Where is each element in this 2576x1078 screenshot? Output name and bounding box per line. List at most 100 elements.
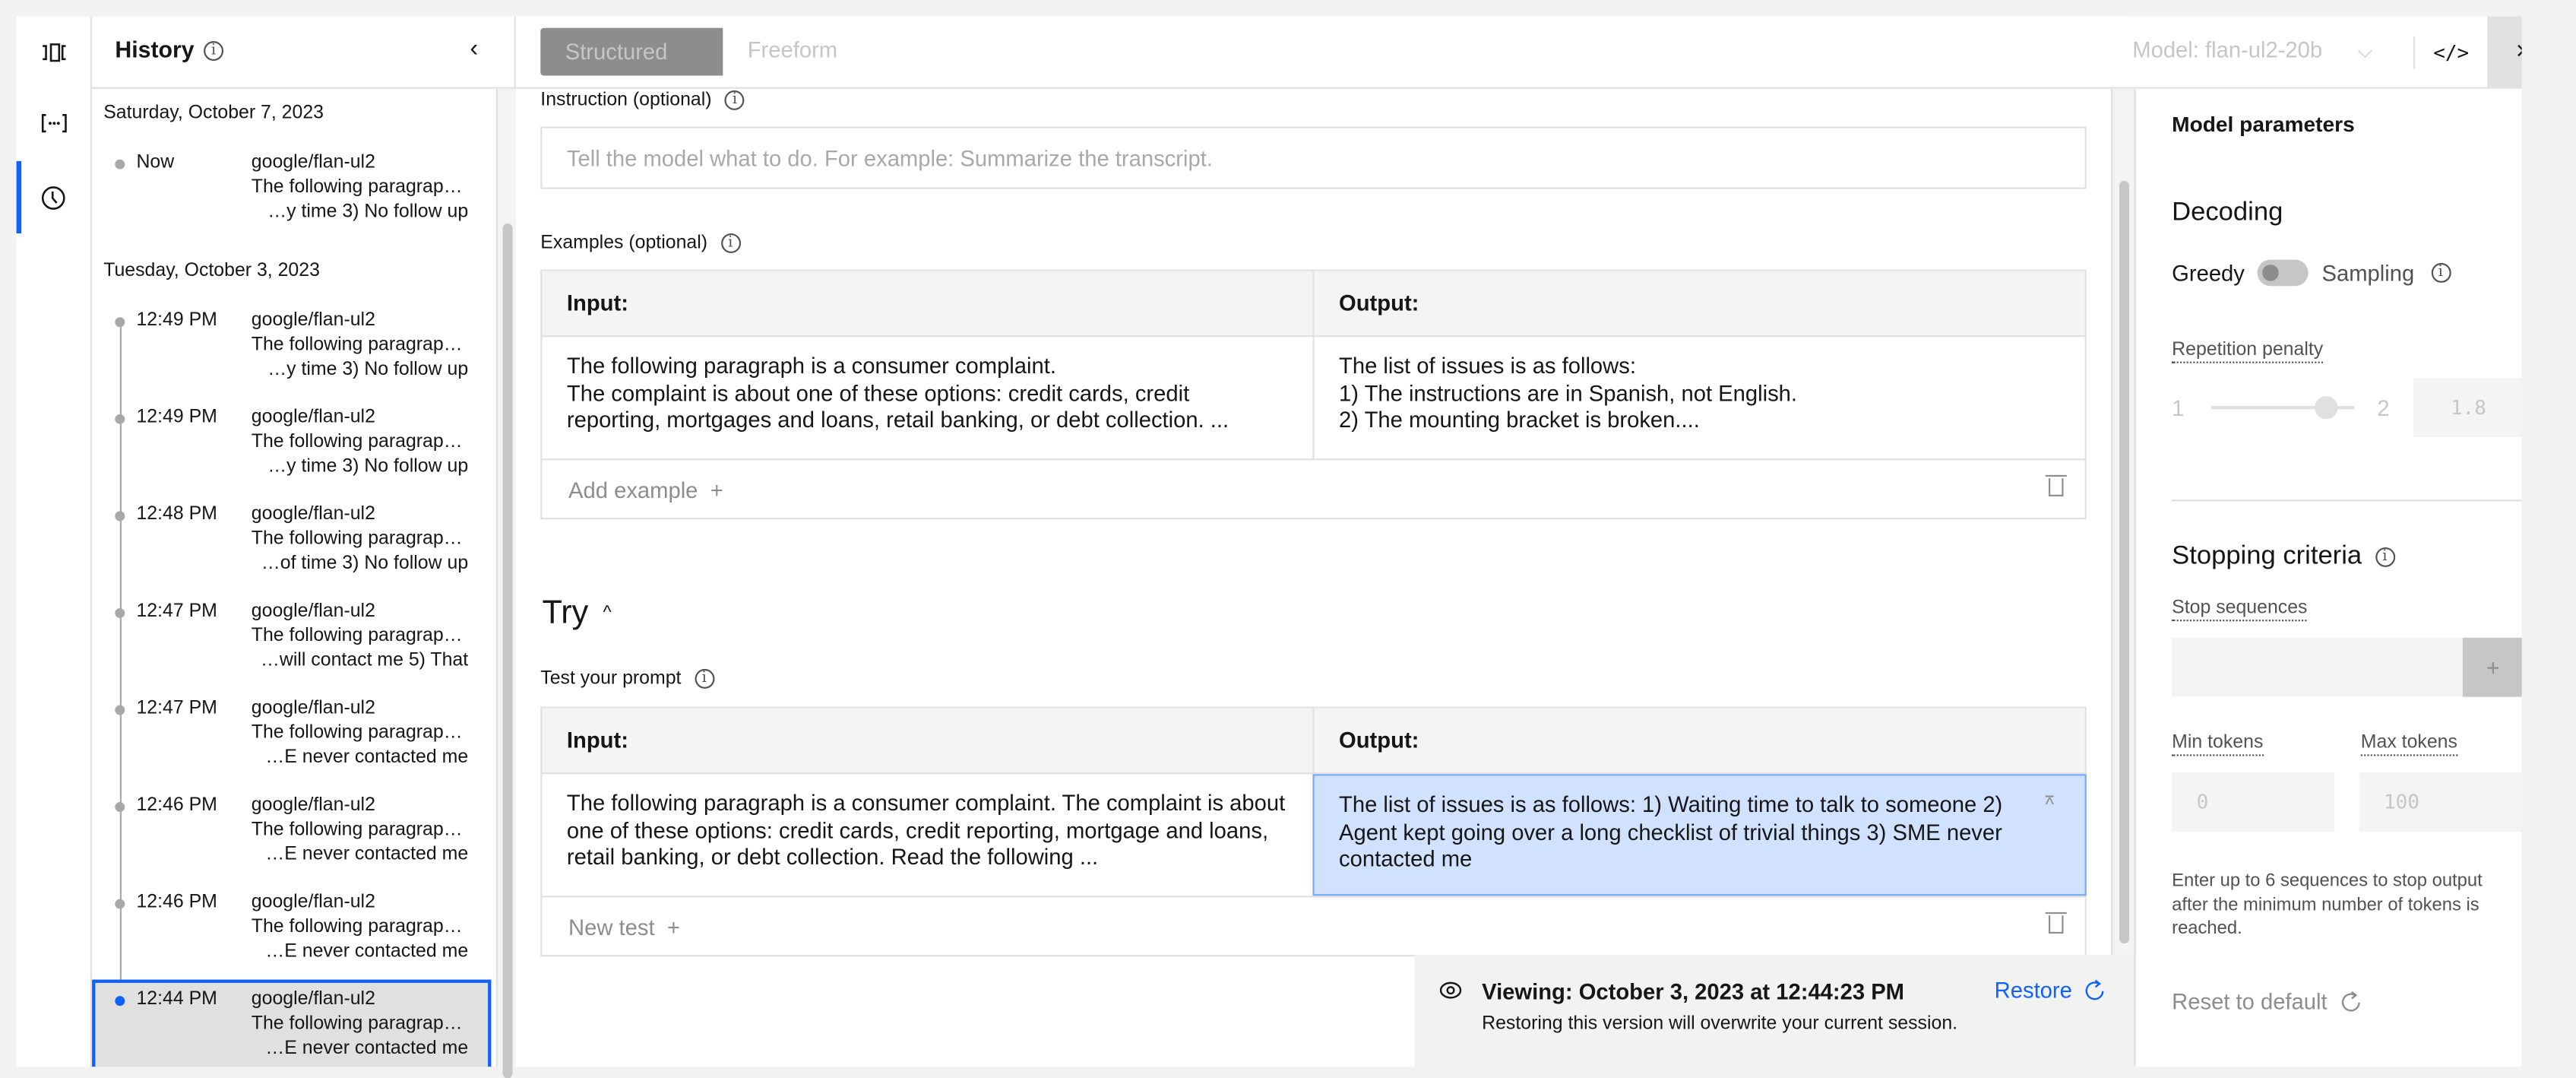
history-item-output: …of time 3) No follow up	[261, 553, 469, 574]
history-item-input: The following paragraph is a consumer co…	[251, 1013, 467, 1034]
timeline-dot	[115, 899, 125, 909]
model-select[interactable]: Model: flan-ul2-20b	[2132, 38, 2322, 62]
tab-freeform[interactable]: Freeform	[748, 38, 837, 62]
info-icon[interactable]: i	[204, 41, 224, 61]
history-item-time: 12:49 PM	[136, 310, 217, 331]
chevron-left-icon[interactable]: ‹	[470, 34, 478, 62]
info-icon[interactable]: i	[2430, 262, 2451, 283]
stop-sequences-input[interactable]	[2172, 637, 2463, 697]
history-list: Saturday, October 7, 2023 Now google/fla…	[92, 89, 492, 1067]
divider	[2413, 36, 2416, 69]
info-icon[interactable]: i	[694, 668, 714, 689]
example-input-cell[interactable]: The following paragraph is a consumer co…	[542, 337, 1315, 459]
timeline-dot	[115, 317, 125, 328]
rail-variables-button[interactable]	[17, 87, 90, 160]
top-bar: Structured Freeform Model: flan-ul2-20b …	[515, 16, 2576, 89]
history-item[interactable]: 12:47 PM google/flan-ul2 The following p…	[92, 601, 491, 699]
code-view-button[interactable]: </>	[2416, 17, 2486, 87]
history-item-time: 12:47 PM	[136, 698, 217, 718]
history-scrollbar[interactable]	[495, 88, 516, 1078]
history-item[interactable]: 12:49 PM google/flan-ul2 The following p…	[92, 407, 491, 505]
timeline-dot	[115, 705, 125, 715]
test-input-cell[interactable]: The following paragraph is a consumer co…	[542, 774, 1314, 896]
toggle-knob	[2262, 265, 2280, 281]
code-icon: </>	[2433, 40, 2470, 64]
info-icon[interactable]: i	[724, 90, 745, 110]
examples-footer: Add example +	[542, 458, 2085, 521]
rail-layout-button[interactable]	[17, 17, 90, 89]
trash-icon[interactable]	[2045, 474, 2067, 496]
history-item[interactable]: 12:48 PM google/flan-ul2 The following p…	[92, 505, 491, 602]
collapse-up-icon[interactable]: ^	[2045, 795, 2054, 814]
history-item[interactable]: 12:49 PM google/flan-ul2 The following p…	[92, 311, 491, 408]
decoding-toggle[interactable]	[2258, 259, 2309, 287]
new-test-button[interactable]: New test +	[568, 915, 680, 940]
history-item-output: …E never contacted me	[265, 845, 469, 865]
history-item-model: google/flan-ul2	[251, 153, 375, 173]
timeline-dot	[115, 511, 125, 522]
main-scrollbar[interactable]	[2111, 88, 2135, 956]
repetition-slider-handle[interactable]	[2314, 396, 2337, 420]
restore-button[interactable]: Restore	[1995, 978, 2105, 1003]
history-item[interactable]: 12:46 PM google/flan-ul2 The following p…	[92, 893, 491, 990]
panel-layout-icon	[42, 43, 65, 62]
history-item-input: The following paragraph is a consumer co…	[251, 820, 467, 840]
chevron-up-icon[interactable]: ^	[603, 603, 611, 623]
icon-rail	[16, 16, 93, 1067]
chevron-down-icon[interactable]: ⌵	[2357, 40, 2372, 64]
history-date-heading: Tuesday, October 3, 2023	[103, 261, 320, 281]
tab-structured[interactable]: Structured	[540, 27, 723, 76]
repetition-penalty-label: Repetition penalty	[2172, 341, 2324, 363]
history-item-time: 12:49 PM	[136, 407, 217, 428]
test-input-header: Input:	[542, 708, 1315, 775]
history-item[interactable]: 12:46 PM google/flan-ul2 The following p…	[92, 795, 491, 893]
history-item[interactable]: Now google/flan-ul2 The following paragr…	[92, 153, 491, 250]
max-tokens-input[interactable]: 100	[2359, 772, 2524, 832]
variables-icon	[40, 114, 66, 133]
viewing-title: Viewing: October 3, 2023 at 12:44:23 PM	[1482, 979, 1904, 1004]
history-item-model: google/flan-ul2	[251, 407, 375, 428]
decoding-toggle-row: Greedy Sampling i	[2172, 259, 2451, 287]
example-output-cell[interactable]: The list of issues is as follows: 1) The…	[1315, 337, 2085, 458]
info-icon[interactable]: i	[2375, 547, 2395, 567]
repetition-penalty-input[interactable]: 1.8	[2413, 378, 2524, 438]
main-scroll-thumb[interactable]	[2119, 180, 2129, 943]
rail-history-button[interactable]	[16, 160, 90, 234]
instruction-input[interactable]: Tell the model what to do. For example: …	[540, 126, 2087, 189]
history-item-output: …y time 3) No follow up	[267, 360, 469, 380]
examples-table: Input: Output: The following paragraph i…	[540, 269, 2087, 521]
sampling-label: Sampling	[2321, 260, 2415, 286]
timeline-dot	[115, 607, 125, 618]
divider	[2172, 499, 2524, 502]
history-item[interactable]: 12:47 PM google/flan-ul2 The following p…	[92, 699, 491, 796]
test-output-cell[interactable]: The list of issues is as follows: 1) Wai…	[1312, 774, 2087, 896]
add-example-button[interactable]: Add example +	[568, 478, 723, 503]
history-header: History i ‹	[92, 17, 514, 89]
viewing-banner: Viewing: October 3, 2023 at 12:44:23 PM …	[1414, 955, 2133, 1067]
slider-min-label: 1	[2172, 396, 2185, 421]
parameters-title: Model parameters	[2172, 112, 2355, 137]
plus-icon: +	[666, 915, 680, 940]
reset-to-default-button[interactable]: Reset to default	[2172, 990, 2360, 1014]
min-tokens-label: Min tokens	[2172, 733, 2264, 756]
history-scroll-thumb[interactable]	[502, 224, 513, 1078]
history-item-time: 12:44 PM	[136, 989, 217, 1010]
history-item-input: The following paragraph is a consumer co…	[251, 432, 467, 452]
info-icon[interactable]: i	[720, 233, 741, 253]
timeline-dot	[115, 802, 125, 813]
history-item-time: 12:46 PM	[136, 795, 217, 816]
new-test-label: New test	[568, 915, 655, 940]
history-item-output: …y time 3) No follow up	[267, 457, 469, 477]
history-item-selected[interactable]: 12:44 PM google/flan-ul2 The following p…	[92, 979, 492, 1067]
test-table: Input: Output: The following paragraph i…	[540, 706, 2087, 957]
history-item-output: …E never contacted me	[265, 941, 469, 962]
trash-icon[interactable]	[2045, 912, 2067, 934]
history-item-time: 12:47 PM	[136, 601, 217, 622]
min-tokens-input[interactable]: 0	[2172, 772, 2335, 832]
history-panel: History i ‹ Saturday, October 7, 2023 No…	[92, 16, 516, 1078]
stopping-helper-text: Enter up to 6 sequences to stop output a…	[2172, 870, 2483, 939]
reset-icon	[2340, 991, 2359, 1012]
add-stop-sequence-button[interactable]: +	[2462, 637, 2524, 697]
prompt-lab-window: History i ‹ Saturday, October 7, 2023 No…	[0, 0, 2576, 1078]
repetition-slider-track[interactable]	[2211, 396, 2355, 420]
